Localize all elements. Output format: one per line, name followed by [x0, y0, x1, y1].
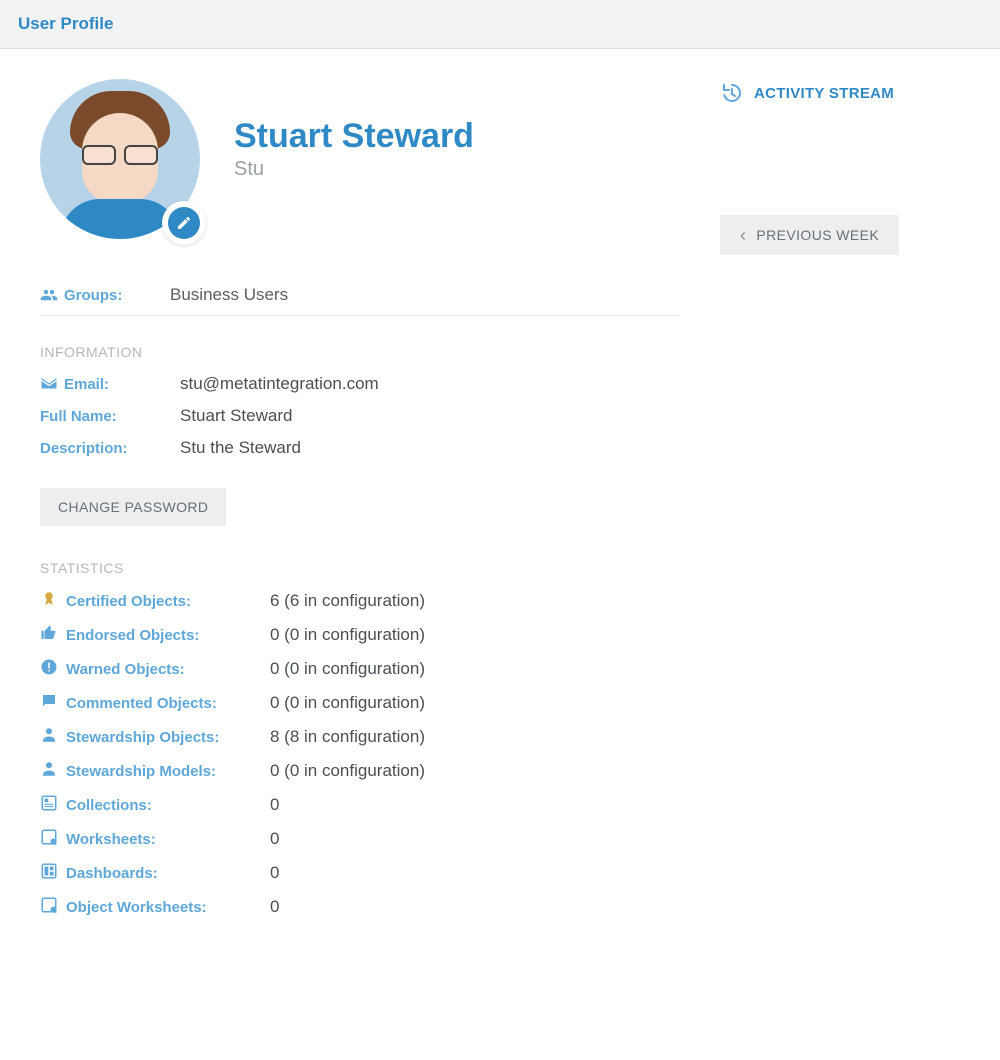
stat-label: Object Worksheets:	[66, 899, 207, 916]
stat-row: Collections: 0	[40, 794, 680, 816]
nickname: Stu	[234, 158, 474, 181]
information-heading: INFORMATION	[40, 344, 680, 360]
stat-row: Stewardship Objects: 8 (8 in configuratio…	[40, 726, 680, 748]
stat-row: Stewardship Models: 0 (0 in configuration…	[40, 760, 680, 782]
stat-value: 0 (0 in configuration)	[270, 659, 425, 679]
edit-icon	[176, 215, 192, 231]
stat-value: 0	[270, 829, 279, 849]
stat-value: 6 (6 in configuration)	[270, 591, 425, 611]
worksheet-icon	[40, 828, 66, 850]
dashboard-icon	[40, 862, 66, 884]
stat-row: Worksheets: 0	[40, 828, 680, 850]
stat-value: 0 (0 in configuration)	[270, 761, 425, 781]
description-label: Description:	[40, 440, 128, 457]
stat-label: Worksheets:	[66, 831, 156, 848]
stat-value: 0 (0 in configuration)	[270, 693, 425, 713]
stat-label: Stewardship Models:	[66, 763, 216, 780]
stat-label: Endorsed Objects:	[66, 627, 199, 644]
stat-label: Commented Objects:	[66, 695, 217, 712]
email-icon	[40, 375, 58, 393]
groups-label: Groups:	[64, 287, 122, 304]
stat-value: 0	[270, 863, 279, 883]
stat-row: Dashboards: 0	[40, 862, 680, 884]
activity-stream-label: ACTIVITY STREAM	[754, 85, 894, 102]
page-header: User Profile	[0, 0, 1000, 49]
edit-avatar-button[interactable]	[162, 201, 206, 245]
page-title: User Profile	[18, 14, 113, 33]
stat-row: Certified Objects: 6 (6 in configuration)	[40, 590, 680, 612]
email-label: Email:	[64, 376, 109, 393]
previous-week-button[interactable]: ‹ PREVIOUS WEEK	[720, 215, 899, 255]
previous-week-label: PREVIOUS WEEK	[756, 227, 879, 243]
person-icon	[40, 760, 66, 782]
statistics-heading: STATISTICS	[40, 560, 680, 576]
stat-value: 0	[270, 795, 279, 815]
stat-label: Certified Objects:	[66, 593, 191, 610]
ribbon-icon	[40, 590, 66, 612]
stat-row: Warned Objects: 0 (0 in configuration)	[40, 658, 680, 680]
person-icon	[40, 726, 66, 748]
email-value: stu@metatintegration.com	[180, 374, 379, 394]
fullname-value: Stuart Steward	[180, 406, 292, 426]
change-password-button[interactable]: CHANGE PASSWORD	[40, 488, 226, 526]
stat-row: Commented Objects: 0 (0 in configuration)	[40, 692, 680, 714]
worksheet-icon	[40, 896, 66, 918]
stat-label: Dashboards:	[66, 865, 158, 882]
stat-value: 0 (0 in configuration)	[270, 625, 425, 645]
stat-value: 0	[270, 897, 279, 917]
collection-icon	[40, 794, 66, 816]
fullname-label: Full Name:	[40, 408, 117, 425]
profile-header: Stuart Steward Stu	[40, 79, 680, 249]
stat-value: 8 (8 in configuration)	[270, 727, 425, 747]
warning-icon	[40, 658, 66, 680]
display-name: Stuart Steward	[234, 117, 474, 156]
stat-label: Stewardship Objects:	[66, 729, 219, 746]
groups-row: Groups: Business Users	[40, 285, 680, 316]
avatar	[40, 79, 210, 249]
chevron-left-icon: ‹	[740, 226, 746, 244]
stat-label: Warned Objects:	[66, 661, 185, 678]
thumb-up-icon	[40, 624, 66, 646]
stat-row: Endorsed Objects: 0 (0 in configuration)	[40, 624, 680, 646]
history-icon	[720, 81, 744, 105]
groups-icon	[40, 286, 58, 304]
stat-row: Object Worksheets: 0	[40, 896, 680, 918]
description-value: Stu the Steward	[180, 438, 301, 458]
activity-stream-link[interactable]: ACTIVITY STREAM	[720, 81, 960, 105]
comment-icon	[40, 692, 66, 714]
stat-label: Collections:	[66, 797, 152, 814]
groups-value: Business Users	[170, 285, 288, 305]
